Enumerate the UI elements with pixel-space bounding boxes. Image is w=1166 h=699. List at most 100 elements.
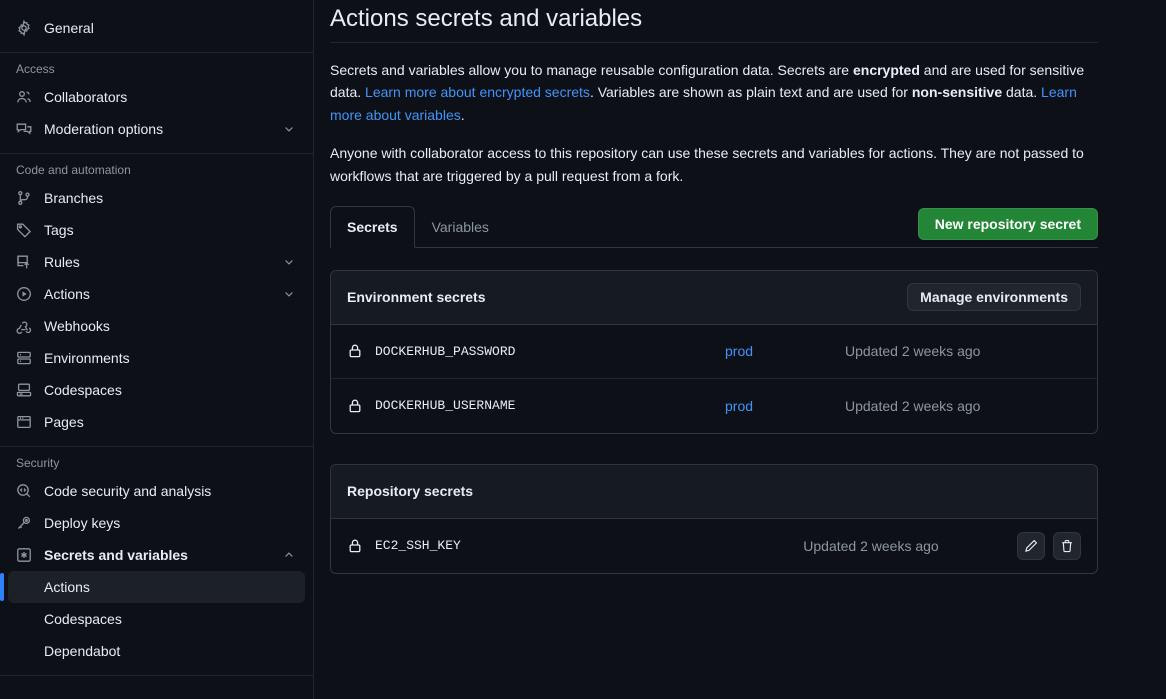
chevron-down-icon[interactable] — [281, 121, 297, 137]
chevron-up-icon[interactable] — [281, 547, 297, 563]
page-title: Actions secrets and variables — [330, 5, 643, 32]
sidebar-section-title: Code and automation — [16, 163, 131, 177]
asterisk-box-icon — [16, 547, 32, 563]
sidebar-subitem-actions[interactable]: Actions — [0, 571, 305, 603]
environment-link[interactable]: prod — [725, 343, 753, 359]
sidebar-item-general[interactable]: General — [8, 12, 305, 44]
delete-secret-button[interactable] — [1053, 531, 1081, 560]
lock-icon — [347, 398, 363, 414]
play-icon — [16, 286, 32, 302]
sidebar-item-label: General — [44, 20, 94, 36]
updated-timestamp: Updated 2 weeks ago — [845, 343, 981, 360]
sidebar-top-group: General — [8, 0, 305, 44]
sidebar-section-code-and-automation: Code and automation Branches Tags Rules … — [8, 162, 305, 438]
intro-text-5: . — [460, 106, 465, 123]
sidebar-item-webhooks[interactable]: Webhooks — [8, 310, 305, 342]
sidebar-section-access: Access Collaborators Moderation options — [8, 61, 305, 145]
tab-secrets[interactable]: Secrets — [330, 205, 415, 248]
sidebar-item-label: Tags — [44, 222, 74, 238]
git-branch-icon — [16, 190, 32, 206]
sidebar-item-collaborators[interactable]: Collaborators — [8, 81, 305, 113]
sidebar-subitem-label: Dependabot — [44, 643, 121, 659]
title-divider — [330, 42, 1098, 43]
intro-text-3: . Variables are shown as plain text and … — [589, 84, 912, 101]
rules-icon — [16, 254, 32, 270]
environment-secrets-header: Environment secrets Manage environments — [331, 270, 1097, 325]
intro-bold-encrypted: encrypted — [852, 62, 920, 78]
sidebar-item-label: Webhooks — [44, 318, 110, 334]
pencil-icon — [1024, 539, 1038, 553]
sidebar-divider — [0, 446, 313, 447]
sidebar-item-label: Codespaces — [44, 382, 122, 398]
sidebar-divider — [0, 153, 313, 154]
panel-title: Environment secrets — [347, 289, 486, 306]
sidebar-item-label: Code security and analysis — [44, 483, 212, 499]
chevron-down-icon[interactable] — [281, 254, 297, 270]
server-icon — [16, 350, 32, 366]
sidebar-item-label: Moderation options — [44, 121, 164, 137]
tag-icon — [16, 222, 32, 238]
sidebar-item-label: Collaborators — [44, 89, 128, 105]
repository-secrets-header: Repository secrets — [331, 464, 1097, 519]
learn-more-encrypted-secrets-link[interactable]: Learn more about encrypted secrets — [365, 84, 590, 100]
webhook-icon — [16, 318, 32, 334]
sidebar-item-rules[interactable]: Rules — [8, 246, 305, 278]
sidebar-item-label: Environments — [44, 350, 130, 366]
browser-icon — [16, 414, 32, 430]
intro-text-1: Secrets and variables allow you to manag… — [330, 62, 853, 78]
sidebar-item-pages[interactable]: Pages — [8, 406, 305, 438]
settings-sidebar: General Access Collaborators Moderation … — [0, 0, 314, 699]
intro-text-4: data. — [1002, 84, 1042, 101]
sidebar-section-security: Security Code security and analysis Depl… — [0, 455, 305, 667]
intro-paragraph-2: Anyone with collaborator access to this … — [330, 145, 1084, 184]
sidebar-subitem-label: Actions — [44, 579, 90, 595]
sidebar-item-label: Branches — [44, 190, 104, 206]
sidebar-item-tags[interactable]: Tags — [8, 214, 305, 246]
tab-bar: Secrets Variables New repository secret — [330, 205, 1098, 248]
sidebar-section-title: Security — [16, 456, 60, 470]
secret-name: EC2_SSH_KEY — [375, 538, 461, 554]
gear-icon — [16, 20, 32, 36]
tab-variables[interactable]: Variables — [415, 206, 506, 248]
sidebar-item-label: Secrets and variables — [44, 547, 188, 563]
sidebar-item-environments[interactable]: Environments — [8, 342, 305, 374]
key-icon — [16, 515, 32, 531]
people-icon — [16, 89, 32, 105]
table-row[interactable]: EC2_SSH_KEY Updated 2 weeks ago — [331, 519, 1097, 573]
sidebar-item-label: Actions — [44, 286, 90, 302]
intro-paragraph-1: Secrets and variables allow you to manag… — [330, 59, 1098, 126]
trash-icon — [1060, 539, 1074, 553]
row-actions — [1017, 531, 1081, 560]
sidebar-item-codespaces[interactable]: Codespaces — [8, 374, 305, 406]
sidebar-item-secrets-and-variables[interactable]: Secrets and variables — [8, 539, 305, 571]
table-row[interactable]: DOCKERHUB_PASSWORD prod Updated 2 weeks … — [331, 325, 1097, 379]
settings-page: General Access Collaborators Moderation … — [0, 0, 1166, 699]
sidebar-item-moderation-options[interactable]: Moderation options — [8, 113, 305, 145]
intro-bold-non-sensitive: non-sensitive — [911, 84, 1003, 101]
edit-secret-button[interactable] — [1017, 531, 1045, 560]
sidebar-subitem-codespaces[interactable]: Codespaces — [8, 603, 305, 635]
code-scan-icon — [16, 483, 32, 499]
sidebar-item-code-security-and-analysis[interactable]: Code security and analysis — [8, 475, 305, 507]
new-repository-secret-button[interactable]: New repository secret — [917, 207, 1098, 240]
environment-link[interactable]: prod — [725, 398, 753, 414]
environment-secrets-panel: Environment secrets Manage environments … — [330, 269, 1098, 434]
panel-title: Repository secrets — [347, 483, 474, 500]
sidebar-divider — [0, 675, 313, 676]
sidebar-item-label: Deploy keys — [44, 515, 121, 531]
main-content: Actions secrets and variables Secrets an… — [314, 0, 1166, 699]
sidebar-subitem-label: Codespaces — [44, 611, 122, 627]
environment-cell: prod — [725, 343, 845, 359]
sidebar-subitem-dependabot[interactable]: Dependabot — [8, 635, 305, 667]
sidebar-item-actions[interactable]: Actions — [8, 278, 305, 310]
secret-name: DOCKERHUB_USERNAME — [375, 398, 516, 414]
sidebar-item-label: Pages — [44, 414, 84, 430]
lock-icon — [347, 343, 363, 359]
table-row[interactable]: DOCKERHUB_USERNAME prod Updated 2 weeks … — [331, 379, 1097, 433]
manage-environments-button[interactable]: Manage environments — [907, 283, 1081, 312]
chevron-down-icon[interactable] — [281, 286, 297, 302]
sidebar-item-branches[interactable]: Branches — [8, 182, 305, 214]
repository-secrets-panel: Repository secrets EC2_SSH_KEY Updated 2… — [330, 463, 1098, 574]
sidebar-item-deploy-keys[interactable]: Deploy keys — [8, 507, 305, 539]
sidebar-item-label: Rules — [44, 254, 80, 270]
